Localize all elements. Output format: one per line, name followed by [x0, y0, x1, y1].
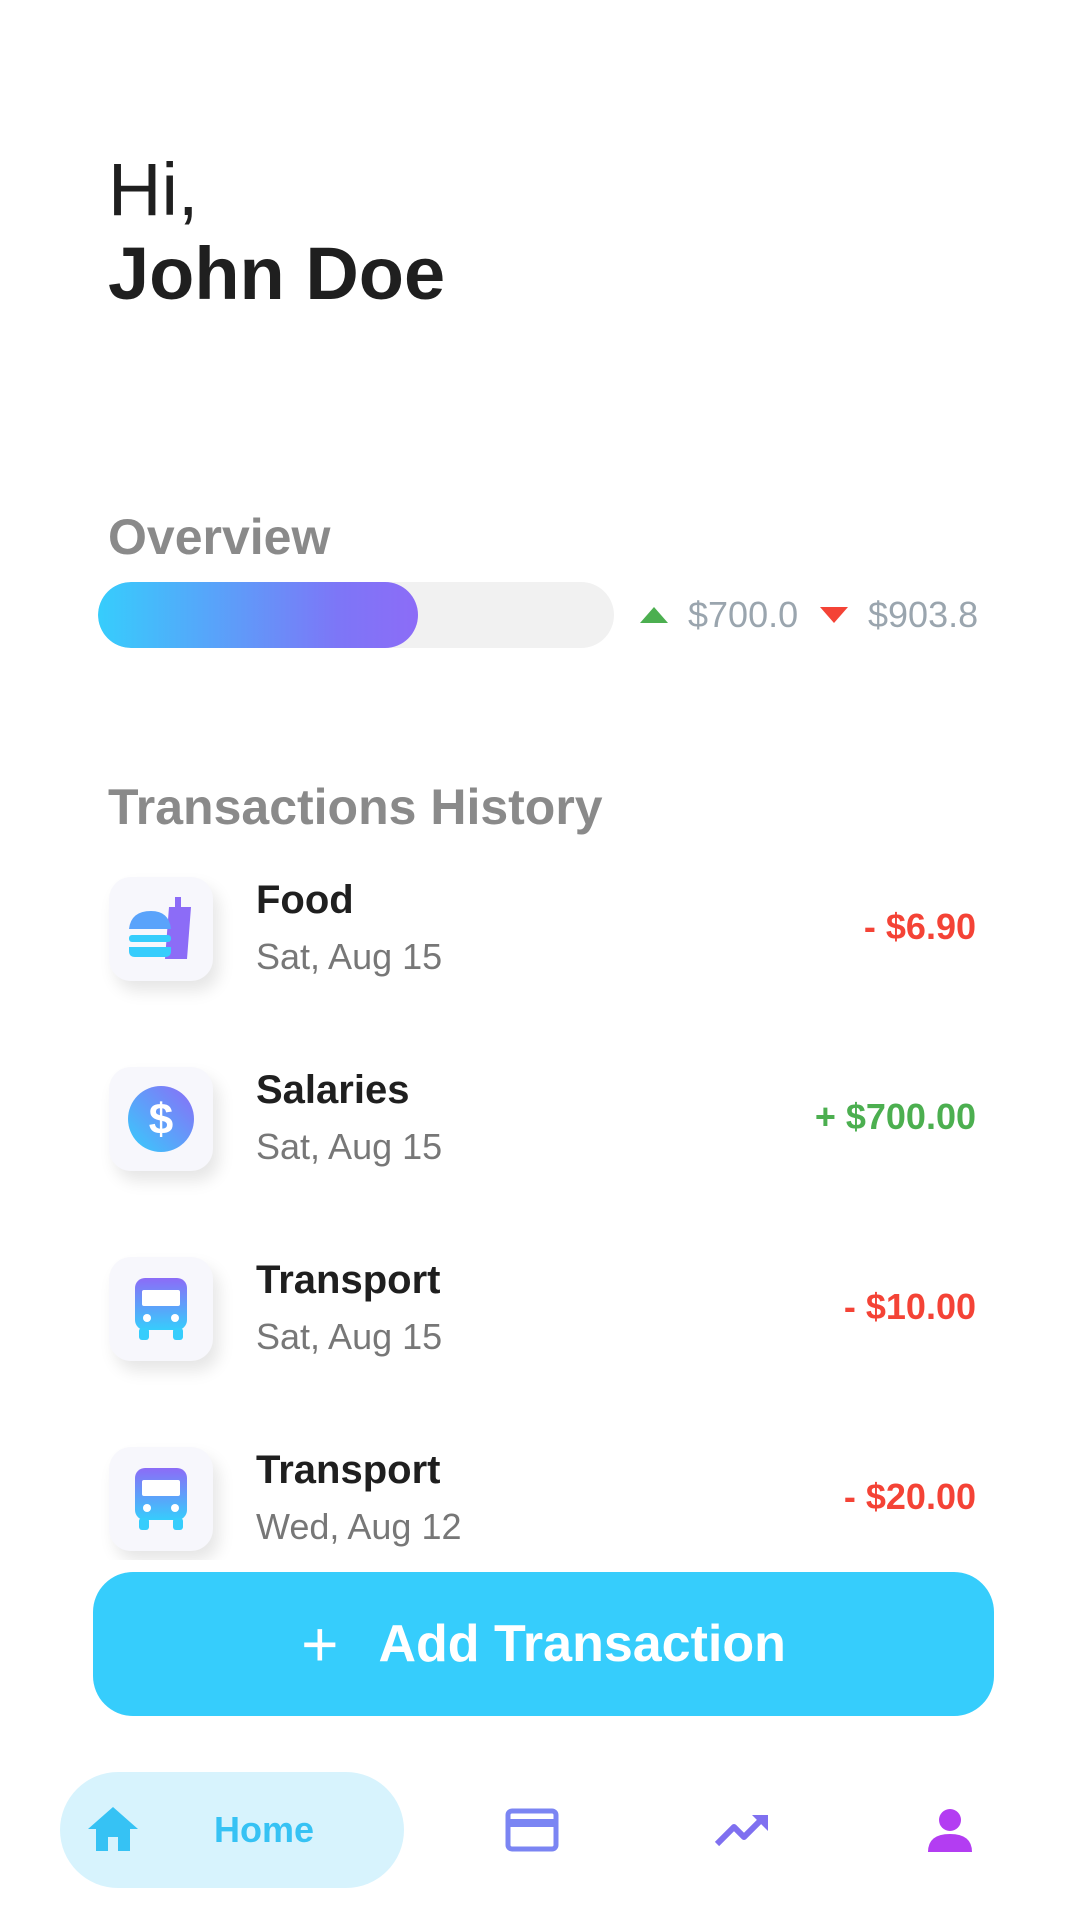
transactions-list: Food Sat, Aug 15 - $6.90 $ Salaries Sat,…	[0, 860, 1080, 1560]
triangle-up-icon	[640, 607, 668, 623]
list-item[interactable]: Transport Wed, Aug 12 - $20.00	[0, 1430, 1080, 1560]
greeting: Hi, John Doe	[108, 148, 445, 316]
transaction-amount: - $10.00	[843, 1286, 976, 1327]
overview-progress-bar	[98, 582, 614, 648]
expense-stat: $903.8	[820, 590, 978, 640]
dollar-icon: $	[109, 1067, 213, 1171]
transaction-category: Salaries	[256, 1068, 410, 1112]
transaction-amount: - $6.90	[863, 906, 976, 947]
svg-text:$: $	[149, 1095, 173, 1144]
list-item[interactable]: $ Salaries Sat, Aug 15 + $700.00	[0, 1050, 1080, 1240]
overview-progress-fill	[98, 582, 418, 648]
transaction-category: Transport	[256, 1448, 441, 1492]
transaction-category: Transport	[256, 1258, 441, 1302]
add-transaction-label: Add Transaction	[378, 1615, 786, 1673]
card-icon[interactable]	[502, 1800, 562, 1860]
list-item[interactable]: Transport Sat, Aug 15 - $10.00	[0, 1240, 1080, 1430]
triangle-down-icon	[820, 607, 848, 623]
transaction-date: Wed, Aug 12	[256, 1506, 462, 1547]
trending-up-icon[interactable]	[712, 1800, 772, 1860]
income-stat: $700.0	[640, 590, 798, 640]
bus-icon	[109, 1257, 213, 1361]
person-icon[interactable]	[920, 1800, 980, 1860]
transaction-category: Food	[256, 878, 354, 922]
user-name: John Doe	[108, 232, 446, 315]
list-item[interactable]: Food Sat, Aug 15 - $6.90	[0, 860, 1080, 1050]
transaction-date: Sat, Aug 15	[256, 936, 443, 977]
food-icon	[109, 877, 213, 981]
nav-home[interactable]: Home	[60, 1772, 404, 1888]
bus-icon	[109, 1447, 213, 1551]
nav-home-label: Home	[214, 1809, 315, 1850]
greeting-hi: Hi,	[108, 148, 199, 231]
bottom-nav: Home	[0, 1770, 1080, 1890]
transactions-title: Transactions History	[108, 779, 603, 835]
income-value: $700.0	[688, 594, 799, 635]
transaction-amount: + $700.00	[814, 1096, 976, 1137]
expense-value: $903.8	[868, 594, 979, 635]
overview-title: Overview	[108, 509, 331, 565]
plus-icon: +	[301, 1608, 339, 1680]
transaction-amount: - $20.00	[843, 1476, 976, 1517]
add-transaction-button[interactable]: + Add Transaction	[93, 1572, 994, 1716]
home-icon	[86, 1805, 140, 1858]
transaction-date: Sat, Aug 15	[256, 1126, 443, 1167]
transaction-date: Sat, Aug 15	[256, 1316, 443, 1357]
